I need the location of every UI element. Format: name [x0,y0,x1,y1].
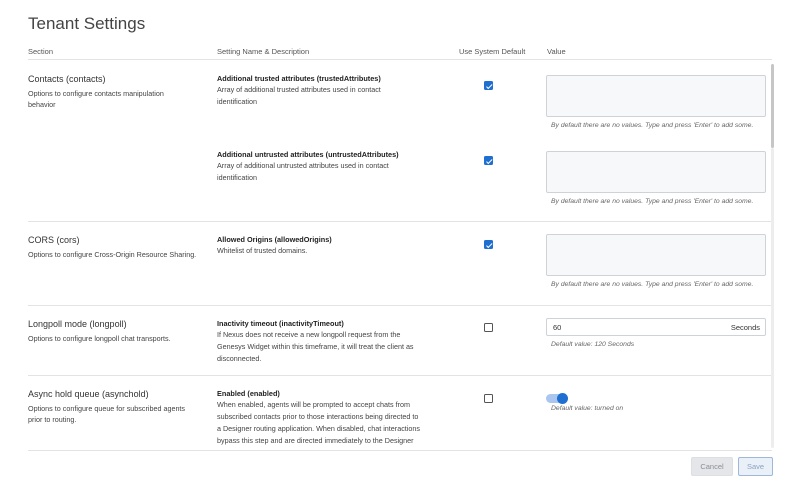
section-title: CORS (cors) [28,235,80,245]
use-default-checkbox-allowed-origins[interactable] [484,240,493,249]
section-description-line: behavior [28,100,56,109]
setting-description-line: identification [217,173,257,182]
toggle-knob [557,393,568,404]
setting-inactivity-timeout: Inactivity timeout (inactivityTimeout) I… [217,318,447,365]
setting-description-line: identification [217,97,257,106]
section-longpoll: Longpoll mode (longpoll) Options to conf… [28,306,772,376]
inactivity-timeout-value[interactable]: 60 [553,323,561,332]
asynchold-enabled-toggle[interactable] [546,393,568,404]
use-default-checkbox-inactivity-timeout[interactable] [484,323,493,332]
setting-name: Inactivity timeout (inactivityTimeout) [217,319,344,328]
setting-description: If Nexus does not receive a new longpoll… [217,329,447,365]
section-cors: CORS (cors) Options to configure Cross-O… [28,222,772,306]
section-description: Options to configure Cross-Origin Resour… [28,249,198,260]
setting-description-line: disconnected. [217,354,262,363]
section-description: Options to configure longpoll chat trans… [28,333,198,344]
setting-trusted-attributes: Additional trusted attributes (trustedAt… [217,73,447,108]
column-header-setting: Setting Name & Description [217,47,310,56]
section-contacts: Contacts (contacts) Options to configure… [28,61,772,222]
column-header-value: Value [547,47,566,56]
setting-description-line: Whitelist of trusted domains. [217,246,308,255]
setting-description-line: a Designer routing application. When dis… [217,424,420,433]
setting-description-line: subscribed contacts prior to those inter… [217,412,419,421]
section-description-line: Options to configure longpoll chat trans… [28,334,171,343]
setting-description: Array of additional trusted attributes u… [217,84,447,108]
setting-description: Whitelist of trusted domains. [217,245,447,257]
column-header-use-default: Use System Default [459,47,526,56]
scrollbar-track[interactable] [771,148,774,448]
setting-name: Enabled (enabled) [217,389,280,398]
inactivity-timeout-hint: Default value: 120 Seconds [551,341,635,348]
setting-description-line: If Nexus does not receive a new longpoll… [217,330,401,339]
setting-description: When enabled, agents will be prompted to… [217,399,447,447]
setting-description-line: bypass this step and are directed immedi… [217,436,414,445]
setting-allowed-origins: Allowed Origins (allowedOrigins) Whiteli… [217,234,447,257]
page-title: Tenant Settings [28,14,146,33]
setting-description: Array of additional untrusted attributes… [217,160,447,184]
column-header-section: Section [28,47,54,56]
allowed-origins-hint: By default there are no values. Type and… [551,281,754,288]
scrollbar-thumb[interactable] [771,64,774,148]
footer-divider [28,450,772,451]
inactivity-timeout-unit: Seconds [730,323,760,332]
section-title: Contacts (contacts) [28,74,106,84]
use-default-checkbox-trusted-attributes[interactable] [484,81,493,90]
section-description: Options to configure contacts manipulati… [28,88,198,110]
untrusted-attributes-hint: By default there are no values. Type and… [551,198,754,205]
setting-description-line: Array of additional trusted attributes u… [217,85,381,94]
section-description-line: prior to routing. [28,415,77,424]
setting-name: Additional trusted attributes (trustedAt… [217,74,381,83]
trusted-attributes-input[interactable] [546,75,766,117]
section-asynchold: Async hold queue (asynchold) Options to … [28,376,772,449]
section-description: Options to configure queue for subscribe… [28,403,198,425]
use-default-checkbox-untrusted-attributes[interactable] [484,156,493,165]
trusted-attributes-hint: By default there are no values. Type and… [551,122,754,129]
setting-description-line: Array of additional untrusted attributes… [217,161,389,170]
setting-description-line: When enabled, agents will be prompted to… [217,400,410,409]
save-button[interactable]: Save [738,457,773,476]
section-title: Async hold queue (asynchold) [28,389,149,399]
setting-asynchold-enabled: Enabled (enabled) When enabled, agents w… [217,388,447,447]
setting-name: Additional untrusted attributes (untrust… [217,150,399,159]
section-title: Longpoll mode (longpoll) [28,319,127,329]
section-description-line: Options to configure contacts manipulati… [28,89,164,98]
settings-list[interactable]: Contacts (contacts) Options to configure… [28,61,772,449]
setting-untrusted-attributes: Additional untrusted attributes (untrust… [217,149,447,184]
inactivity-timeout-field[interactable]: 60 Seconds [546,318,766,336]
allowed-origins-input[interactable] [546,234,766,276]
setting-name: Allowed Origins (allowedOrigins) [217,235,332,244]
section-description-line: Options to configure Cross-Origin Resour… [28,250,197,259]
table-header: Section Setting Name & Description Use S… [28,44,772,60]
untrusted-attributes-input[interactable] [546,151,766,193]
setting-description-line: Genesys Widget within this timeframe, it… [217,342,414,351]
asynchold-enabled-hint: Default value: turned on [551,405,624,412]
section-description-line: Options to configure queue for subscribe… [28,404,186,413]
use-default-checkbox-asynchold-enabled[interactable] [484,394,493,403]
cancel-button[interactable]: Cancel [691,457,733,476]
